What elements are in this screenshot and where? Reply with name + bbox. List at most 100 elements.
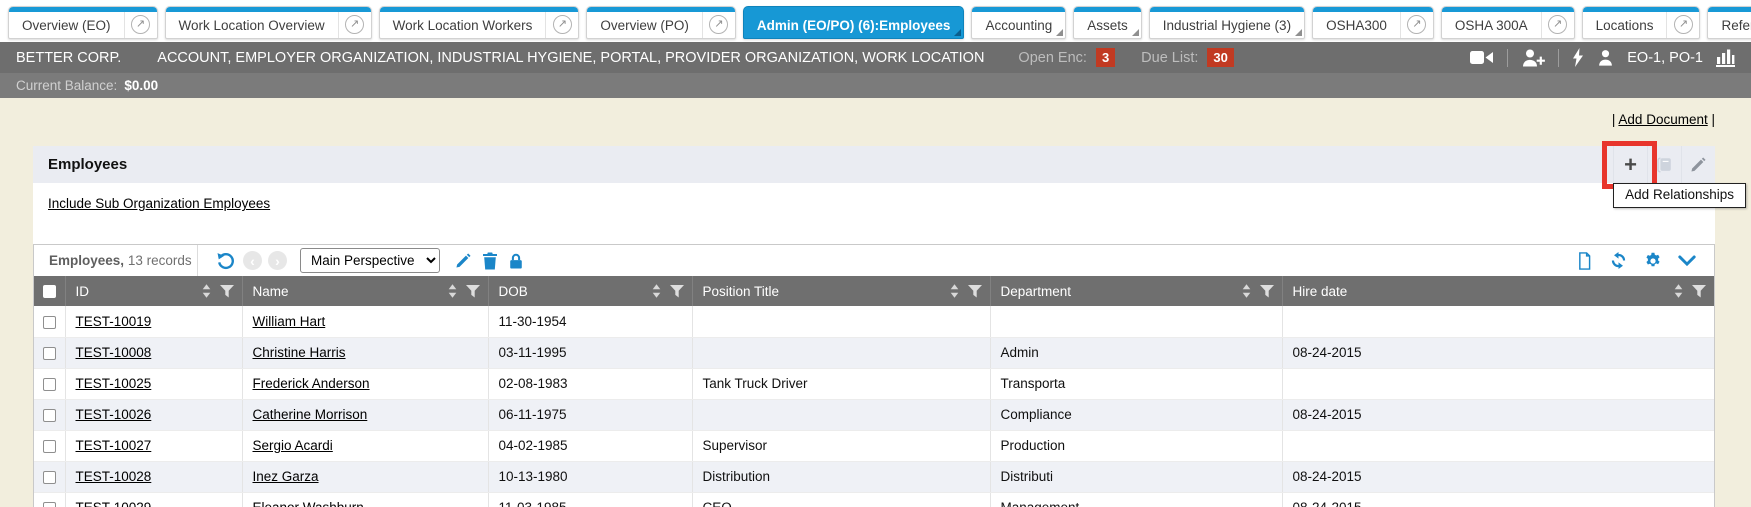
add-document-link[interactable]: Add Document — [1618, 112, 1707, 127]
prev-page-button[interactable]: ‹ — [243, 251, 262, 270]
employee-name-link[interactable]: Inez Garza — [253, 469, 319, 484]
tab-admin-eo-po-6-employees[interactable]: Admin (EO/PO) (6):Employees — [743, 6, 965, 39]
lightning-icon[interactable] — [1572, 48, 1584, 67]
sort-icon[interactable] — [202, 284, 211, 298]
employee-name-link[interactable]: Eleanor Washburn — [253, 500, 364, 507]
module-list: ACCOUNT, EMPLOYER ORGANIZATION, INDUSTRI… — [157, 50, 984, 66]
cell-department: Distributi — [990, 461, 1282, 492]
row-checkbox[interactable] — [43, 471, 56, 484]
tab-popout-button[interactable]: ↗ — [1666, 7, 1699, 38]
popout-arrow-icon: ↗ — [553, 15, 572, 34]
column-header-id[interactable]: ID — [65, 276, 242, 306]
tab-popout-button[interactable]: ↗ — [1400, 7, 1433, 38]
copy-book-button[interactable] — [1647, 146, 1681, 183]
select-all-checkbox[interactable] — [43, 285, 56, 298]
sort-icon[interactable] — [448, 284, 457, 298]
collapse-button[interactable] — [1678, 255, 1696, 267]
add-person-icon[interactable] — [1521, 48, 1545, 67]
tab-accounting[interactable]: Accounting — [971, 6, 1066, 39]
filter-icon[interactable] — [670, 285, 684, 298]
tab-label: OSHA 300A — [1442, 7, 1541, 38]
employee-id-link[interactable]: TEST-10019 — [76, 314, 152, 329]
tab-overview-po[interactable]: Overview (PO)↗ — [586, 6, 736, 39]
tab-industrial-hygiene-3[interactable]: Industrial Hygiene (3) — [1149, 6, 1305, 39]
column-header-hire-date[interactable]: Hire date — [1282, 276, 1714, 306]
settings-button[interactable] — [1644, 252, 1662, 270]
perspective-select[interactable]: Main Perspective — [300, 248, 440, 273]
table-row: TEST-10025Frederick Anderson02-08-1983Ta… — [34, 368, 1714, 399]
employee-id-link[interactable]: TEST-10026 — [76, 407, 152, 422]
lock-perspective-button[interactable] — [508, 252, 524, 270]
employee-name-link[interactable]: Frederick Anderson — [253, 376, 370, 391]
cell-department: Transporta — [990, 368, 1282, 399]
panel-header-actions: + — [1613, 146, 1715, 183]
row-checkbox[interactable] — [43, 347, 56, 360]
row-checkbox[interactable] — [43, 316, 56, 329]
tab-label: Overview (PO) — [587, 7, 702, 38]
column-header-department[interactable]: Department — [990, 276, 1282, 306]
filter-icon[interactable] — [968, 285, 982, 298]
filter-icon[interactable] — [220, 285, 234, 298]
cell-hire-date: 08-24-2015 — [1282, 337, 1714, 368]
delete-perspective-button[interactable] — [482, 252, 498, 270]
filter-icon[interactable] — [466, 285, 480, 298]
tab-locations[interactable]: Locations↗ — [1582, 6, 1701, 39]
tab-popout-button[interactable]: ↗ — [1541, 7, 1574, 38]
video-camera-icon[interactable] — [1470, 50, 1494, 65]
divider — [1507, 49, 1508, 67]
pencil-icon — [1690, 156, 1707, 173]
edit-button[interactable] — [1681, 146, 1715, 183]
employee-name-link[interactable]: Catherine Morrison — [253, 407, 368, 422]
tab-popout-button[interactable]: ↗ — [124, 7, 157, 38]
row-checkbox[interactable] — [43, 409, 56, 422]
tab-work-location-workers[interactable]: Work Location Workers↗ — [379, 6, 580, 39]
tab-popout-button[interactable]: ↗ — [545, 7, 578, 38]
employee-id-link[interactable]: TEST-10008 — [76, 345, 152, 360]
tab-popout-button[interactable]: ↗ — [702, 7, 735, 38]
page-icon — [1576, 251, 1593, 271]
add-relationships-tooltip: Add Relationships — [1613, 183, 1746, 208]
user-icon[interactable] — [1597, 49, 1614, 66]
edit-perspective-button[interactable] — [455, 252, 472, 269]
employee-id-link[interactable]: TEST-10028 — [76, 469, 152, 484]
add-relationships-button[interactable]: + — [1613, 146, 1647, 183]
cell-hire-date — [1282, 368, 1714, 399]
employee-name-link[interactable]: William Hart — [253, 314, 326, 329]
tab-assets[interactable]: Assets — [1073, 6, 1142, 39]
filter-icon[interactable] — [1260, 285, 1274, 298]
tab-referred-orders[interactable]: Referred Orders↗ — [1707, 6, 1751, 39]
cell-hire-date: 08-24-2015 — [1282, 399, 1714, 430]
tab-popout-button[interactable]: ↗ — [338, 7, 371, 38]
tab-osha-300a[interactable]: OSHA 300A↗ — [1441, 6, 1575, 39]
row-checkbox[interactable] — [43, 502, 56, 507]
row-checkbox-cell — [34, 368, 65, 399]
sort-icon[interactable] — [652, 284, 661, 298]
export-document-button[interactable] — [1576, 251, 1593, 271]
next-page-button[interactable]: › — [268, 251, 287, 270]
column-header-name[interactable]: Name — [242, 276, 488, 306]
employee-name-link[interactable]: Christine Harris — [253, 345, 346, 360]
row-checkbox[interactable] — [43, 378, 56, 391]
sort-icon[interactable] — [1674, 284, 1683, 298]
cell-dob: 02-08-1983 — [488, 368, 692, 399]
tab-work-location-overview[interactable]: Work Location Overview↗ — [165, 6, 372, 39]
employee-table-body: TEST-10019William Hart11-30-1954TEST-100… — [34, 306, 1714, 507]
row-checkbox[interactable] — [43, 440, 56, 453]
due-list-badge[interactable]: 30 — [1207, 48, 1233, 67]
employee-id-link[interactable]: TEST-10029 — [76, 500, 152, 507]
employee-id-link[interactable]: TEST-10027 — [76, 438, 152, 453]
tab-osha300[interactable]: OSHA300↗ — [1312, 6, 1434, 39]
refresh-button[interactable] — [1609, 251, 1628, 270]
open-enc-badge[interactable]: 3 — [1096, 48, 1115, 67]
column-header-dob[interactable]: DOB — [488, 276, 692, 306]
tab-overview-eo[interactable]: Overview (EO)↗ — [8, 6, 158, 39]
include-suborg-link[interactable]: Include Sub Organization Employees — [48, 196, 270, 211]
employee-id-link[interactable]: TEST-10025 — [76, 376, 152, 391]
column-header-position-title[interactable]: Position Title — [692, 276, 990, 306]
undo-button[interactable] — [216, 251, 235, 270]
bar-chart-icon[interactable] — [1716, 49, 1735, 67]
filter-icon[interactable] — [1692, 285, 1706, 298]
sort-icon[interactable] — [950, 284, 959, 298]
sort-icon[interactable] — [1242, 284, 1251, 298]
employee-name-link[interactable]: Sergio Acardi — [253, 438, 333, 453]
